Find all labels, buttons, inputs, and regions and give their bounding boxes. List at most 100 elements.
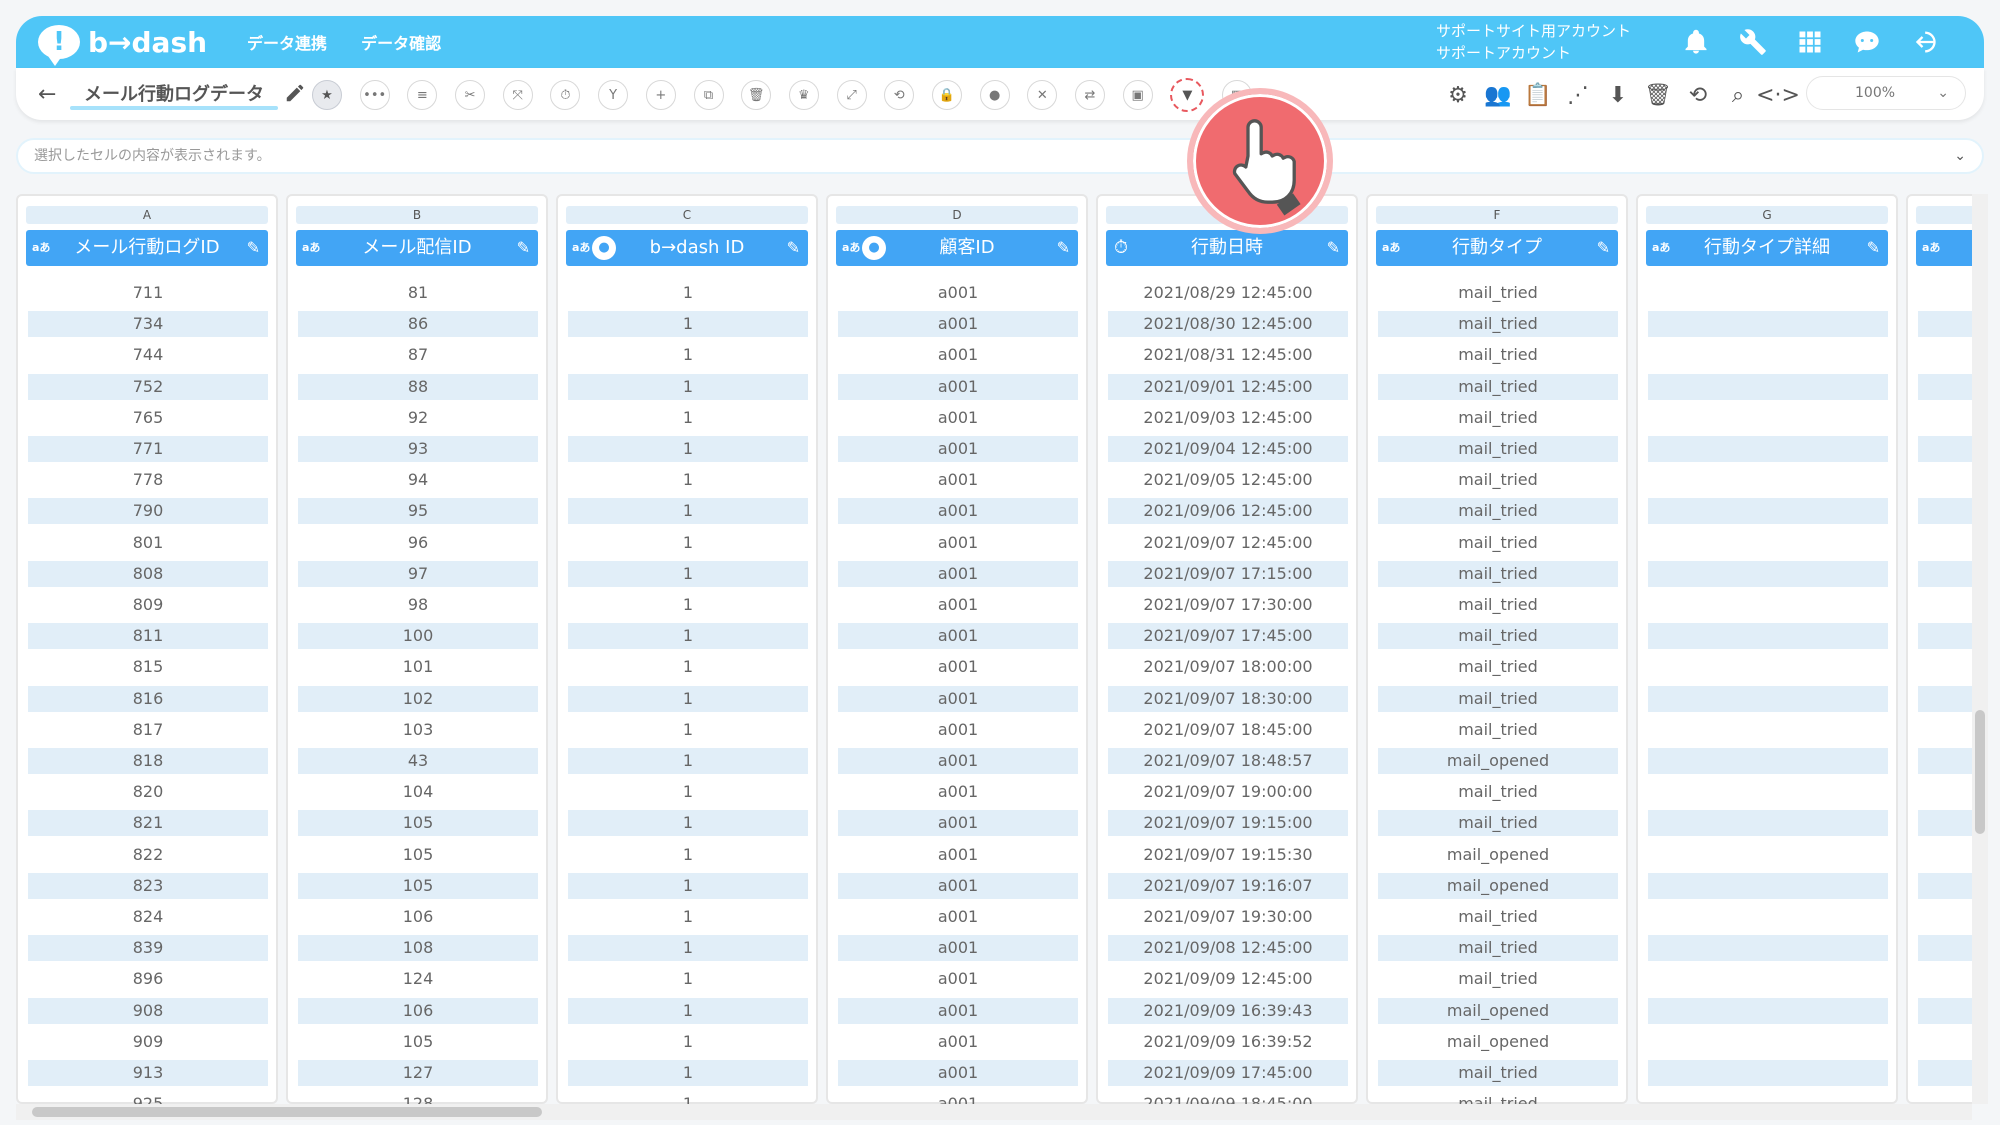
table-cell[interactable] [1918,623,1972,650]
table-cell[interactable]: 925 [28,1091,268,1104]
table-cell[interactable]: 127 [298,1060,538,1086]
users-group-icon[interactable]: 👥 [1482,80,1514,110]
table-cell[interactable]: 2021/09/07 17:45:00 [1108,623,1348,650]
table-cell[interactable]: a001 [838,717,1078,743]
table-cell[interactable]: a001 [838,498,1078,525]
table-cell[interactable]: 913 [28,1060,268,1086]
table-cell[interactable] [1648,311,1888,338]
table-cell[interactable] [1648,280,1888,306]
table-cell[interactable] [1918,530,1972,556]
table-cell[interactable] [1918,280,1972,306]
clipboard-icon[interactable]: 📋 [1522,80,1554,110]
table-cell[interactable]: mail_tried [1378,498,1618,525]
table-cell[interactable]: 2021/08/31 12:45:00 [1108,342,1348,368]
table-cell[interactable]: 1 [568,842,808,868]
table-cell[interactable]: 752 [28,373,268,400]
table-cell[interactable]: 2021/09/07 19:30:00 [1108,904,1348,930]
table-cell[interactable] [1918,842,1972,868]
table-cell[interactable]: 2021/09/07 12:45:00 [1108,530,1348,556]
table-cell[interactable]: mail_tried [1378,810,1618,837]
table-cell[interactable] [1918,935,1972,962]
column-letter[interactable] [1916,206,1972,224]
table-cell[interactable]: 2021/08/29 12:45:00 [1108,280,1348,306]
more-dots-icon[interactable]: ••• [359,80,390,110]
table-cell[interactable] [1648,1091,1888,1104]
table-cell[interactable]: 81 [298,280,538,306]
table-cell[interactable]: 97 [298,560,538,587]
table-cell[interactable]: 1 [568,717,808,743]
table-cell[interactable] [1918,685,1972,712]
table-cell[interactable]: mail_tried [1378,935,1618,962]
table-cell[interactable]: a001 [838,405,1078,431]
table-cell[interactable]: mail_tried [1378,1060,1618,1086]
table-cell[interactable] [1648,779,1888,805]
table-cell[interactable]: 1 [568,592,808,618]
table-cell[interactable]: 2021/09/07 18:48:57 [1108,748,1348,774]
table-cell[interactable]: mail_tried [1378,1091,1618,1104]
table-cell[interactable]: 2021/09/07 17:15:00 [1108,560,1348,587]
pencil-icon[interactable]: ✎ [1597,230,1610,266]
chevron-down-icon[interactable]: ⌄ [1954,140,1966,172]
pencil-icon[interactable]: ✎ [1867,230,1880,266]
table-cell[interactable]: mail_tried [1378,623,1618,650]
column-header[interactable]: aあ 行動タイプ詳細 ✎ [1646,230,1888,266]
table-cell[interactable]: 2021/09/07 19:16:07 [1108,872,1348,899]
column-letter[interactable]: D [836,206,1078,224]
support-chat-icon[interactable] [1849,24,1885,60]
column-header[interactable]: aあ [1916,230,1972,266]
pencil-icon[interactable]: ✎ [247,230,260,266]
table-cell[interactable]: 909 [28,1029,268,1055]
table-cell[interactable]: mail_tried [1378,592,1618,618]
bell-icon[interactable] [1678,24,1714,60]
bag-icon[interactable]: ● [979,80,1010,110]
table-cell[interactable]: a001 [838,592,1078,618]
table-cell[interactable]: 1 [568,779,808,805]
table-cell[interactable]: 771 [28,436,268,462]
nav-data-integration[interactable]: データ連携 [247,30,327,54]
table-cell[interactable] [1918,467,1972,493]
table-cell[interactable]: 1 [568,872,808,899]
table-cell[interactable] [1648,436,1888,462]
table-cell[interactable]: 1 [568,904,808,930]
table-cell[interactable]: 2021/09/07 18:30:00 [1108,685,1348,712]
table-cell[interactable]: 2021/09/07 19:15:00 [1108,810,1348,837]
table-cell[interactable] [1648,467,1888,493]
table-cell[interactable]: a001 [838,810,1078,837]
table-cell[interactable]: 105 [298,872,538,899]
pencil-icon[interactable]: ✎ [787,230,800,266]
table-cell[interactable]: 734 [28,311,268,338]
zoom-select[interactable]: 100% ⌄ [1806,76,1966,110]
table-cell[interactable]: 92 [298,405,538,431]
column-letter[interactable]: B [296,206,538,224]
table-cell[interactable]: mail_tried [1378,342,1618,368]
table-cell[interactable]: 908 [28,997,268,1024]
table-cell[interactable]: a001 [838,654,1078,680]
table-cell[interactable]: 1 [568,530,808,556]
table-cell[interactable]: 100 [298,623,538,650]
table-cell[interactable]: a001 [838,997,1078,1024]
table-cell[interactable]: 2021/09/04 12:45:00 [1108,436,1348,462]
data-title[interactable]: メール行動ログデータ [84,80,264,106]
table-cell[interactable]: 2021/09/06 12:45:00 [1108,498,1348,525]
table-cell[interactable] [1918,373,1972,400]
column-header[interactable]: aあ 行動タイプ ✎ [1376,230,1618,266]
table-cell[interactable]: 1 [568,311,808,338]
table-cell[interactable]: mail_tried [1378,654,1618,680]
table-cell[interactable] [1648,842,1888,868]
table-cell[interactable]: 1 [568,685,808,712]
table-cell[interactable]: 778 [28,467,268,493]
table-cell[interactable]: 1 [568,623,808,650]
list-icon[interactable]: ≡ [407,80,438,110]
crown-icon[interactable]: ♛ [788,80,819,110]
logout-icon[interactable] [1906,24,1942,60]
table-cell[interactable]: 815 [28,654,268,680]
table-cell[interactable]: 94 [298,467,538,493]
table-cell[interactable]: 2021/08/30 12:45:00 [1108,311,1348,338]
column-header[interactable]: aあ メール配信ID ✎ [296,230,538,266]
table-cell[interactable]: mail_tried [1378,311,1618,338]
table-cell[interactable]: 2021/09/07 19:00:00 [1108,779,1348,805]
table-cell[interactable]: 820 [28,779,268,805]
table-cell[interactable]: 1 [568,935,808,962]
table-cell[interactable] [1918,966,1972,992]
table-cell[interactable]: 744 [28,342,268,368]
